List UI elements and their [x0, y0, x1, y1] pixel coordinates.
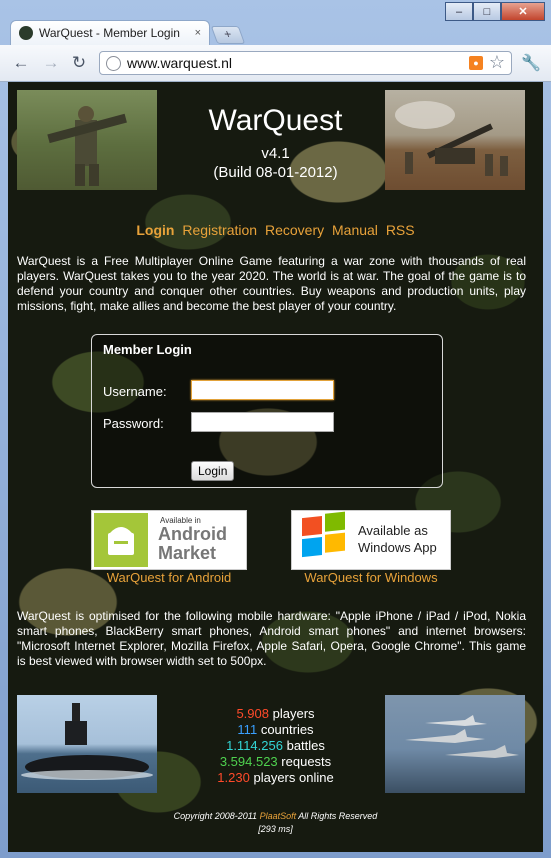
optimised-paragraph: WarQuest is optimised for the following … [17, 609, 526, 668]
page-viewport: WarQuest v4.1 (Build 08-01-2012) Login R… [8, 82, 543, 852]
stat-label: battles [286, 738, 325, 753]
nav-registration[interactable]: Registration [182, 222, 257, 238]
password-input[interactable] [191, 412, 334, 432]
address-bar[interactable]: www.warquest.nl ● ☆ [99, 51, 512, 75]
copyright-post: All Rights Reserved [298, 811, 378, 821]
footer: Copyright 2008-2011 PlaatSoft All Rights… [8, 810, 543, 836]
stat-label: players [272, 706, 315, 721]
stat-label: players online [253, 770, 334, 785]
stat-value: 1.114.256 [226, 738, 283, 753]
windows-link[interactable]: WarQuest for Windows [291, 570, 451, 585]
minimize-button[interactable]: – [445, 2, 473, 21]
android-market-badge[interactable]: Available in Android Market [91, 510, 247, 570]
brand-link[interactable]: PlaatSoft [260, 811, 297, 821]
stat-row: 1.114.256 battles [158, 738, 393, 754]
login-button[interactable]: Login [191, 461, 235, 481]
stat-label: requests [281, 754, 332, 769]
stat-label: countries [260, 722, 314, 737]
stat-value: 3.594.523 [219, 754, 278, 769]
stat-row: 5.908 players [158, 706, 393, 722]
windows-app-badge[interactable]: Available as Windows App [291, 510, 451, 570]
nav-recovery[interactable]: Recovery [265, 222, 324, 238]
jets-image [385, 695, 525, 793]
copyright-line: Copyright 2008-2011 PlaatSoft All Rights… [8, 810, 543, 823]
artillery-image [385, 90, 525, 190]
login-heading: Member Login [103, 342, 192, 357]
rss-icon[interactable]: ● [469, 56, 483, 70]
android-badge-line1: Android [158, 524, 227, 544]
bookmark-star-icon[interactable]: ☆ [489, 52, 505, 73]
stat-value: 5.908 [236, 706, 269, 721]
browser-toolbar: ← → ↻ www.warquest.nl ● ☆ 🔧 [0, 45, 551, 82]
username-label: Username: [103, 384, 167, 399]
globe-icon [106, 55, 121, 71]
reload-icon[interactable]: ↻ [68, 53, 90, 73]
close-window-button[interactable]: ✕ [501, 2, 545, 21]
stat-value: 1.230 [217, 770, 250, 785]
login-panel: Member Login Username: Password: Login [91, 334, 443, 488]
username-input[interactable] [191, 380, 334, 400]
password-label: Password: [103, 416, 164, 431]
render-time: [293 ms] [258, 824, 293, 834]
stat-row: 1.230 players online [158, 770, 393, 786]
windows-badge-line1: Available as [358, 523, 428, 538]
windows-badge-line2: Windows App [358, 540, 437, 555]
wrench-icon[interactable]: 🔧 [521, 53, 541, 73]
tab-title: WarQuest - Member Login [39, 26, 180, 40]
maximize-button[interactable]: □ [473, 2, 501, 21]
favicon-icon [19, 26, 33, 40]
url-text: www.warquest.nl [127, 55, 233, 71]
stat-value: 111 [237, 722, 258, 737]
submarine-image [17, 695, 157, 793]
tab-close-icon[interactable]: × [195, 27, 201, 39]
stats-block: 5.908 players 111 countries 1.114.256 batt… [158, 706, 393, 786]
nav-login[interactable]: Login [136, 222, 174, 238]
stat-row: 111 countries [158, 722, 393, 738]
nav-rss[interactable]: RSS [386, 222, 415, 238]
main-nav: Login Registration Recovery Manual RSS [8, 222, 543, 238]
window-controls: – □ ✕ [445, 2, 545, 21]
nav-manual[interactable]: Manual [332, 222, 378, 238]
intro-paragraph: WarQuest is a Free Multiplayer Online Ga… [17, 254, 526, 313]
android-badge-line2: Market [158, 543, 217, 563]
copyright-pre: Copyright 2008-2011 [173, 811, 258, 821]
browser-tab[interactable]: WarQuest - Member Login × [10, 20, 210, 45]
new-tab-button[interactable]: + [210, 26, 246, 44]
back-arrow-icon[interactable]: ← [10, 53, 32, 73]
browser-window: – □ ✕ WarQuest - Member Login × + ← → ↻ … [0, 0, 551, 858]
android-link[interactable]: WarQuest for Android [91, 570, 247, 585]
stat-row: 3.594.523 requests [158, 754, 393, 770]
forward-arrow-icon[interactable]: → [40, 53, 62, 73]
